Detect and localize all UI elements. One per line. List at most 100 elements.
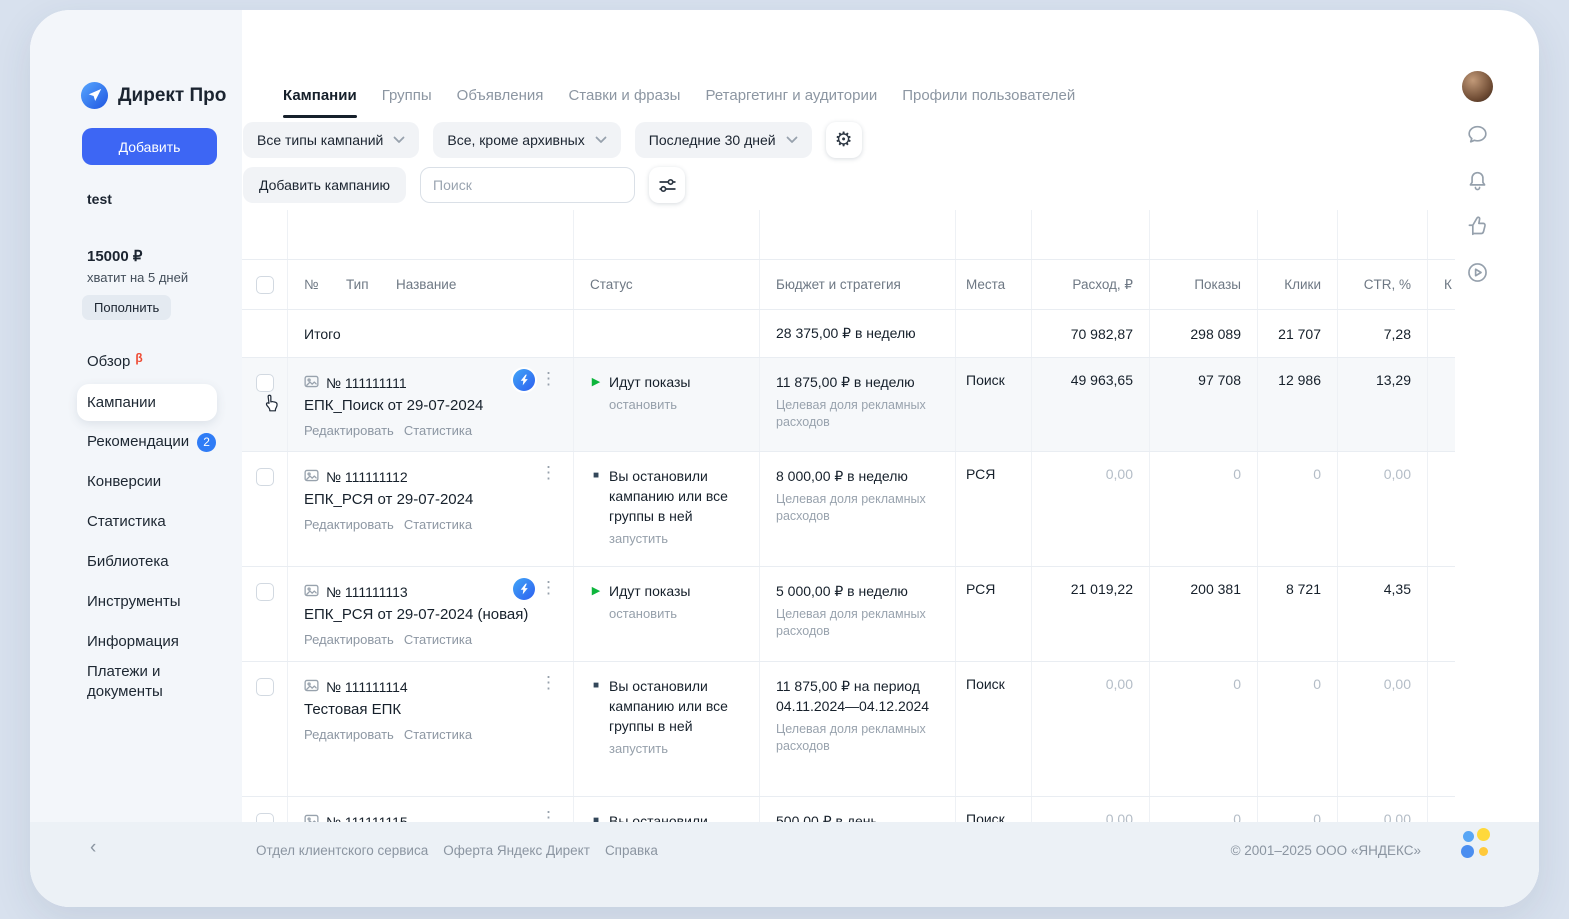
- feedback-emoji-widget[interactable]: [1461, 828, 1493, 864]
- campaign-name[interactable]: ЕПК_РСЯ от 29-07-2024: [304, 490, 539, 510]
- boost-badge-icon[interactable]: [513, 369, 535, 391]
- columns-settings-button[interactable]: [649, 167, 685, 203]
- shows-value: 0: [1149, 662, 1257, 796]
- tab-bids-phrases[interactable]: Ставки и фразы: [568, 87, 680, 118]
- budget-value: 8 000,00 ₽ в неделю: [776, 466, 952, 486]
- table-row[interactable]: № 111111114 Тестовая ЕПК Редактировать С…: [242, 662, 1455, 797]
- sidebar-item-information[interactable]: Информация: [30, 622, 242, 662]
- tab-campaigns[interactable]: Кампании: [283, 87, 357, 118]
- settings-button[interactable]: ⚙: [826, 122, 862, 158]
- statistics-link[interactable]: Статистика: [404, 423, 472, 438]
- ctr-value: 0,00: [1337, 662, 1427, 796]
- boost-badge-icon[interactable]: [513, 578, 535, 600]
- row-menu-button[interactable]: ⋮: [540, 579, 557, 596]
- statistics-link[interactable]: Статистика: [404, 632, 472, 647]
- chevron-down-icon: [595, 136, 607, 144]
- campaign-name[interactable]: ЕПК_Поиск от 29-07-2024: [304, 396, 539, 416]
- row-menu-button[interactable]: ⋮: [540, 674, 557, 691]
- row-menu-button[interactable]: ⋮: [540, 370, 557, 387]
- balance-note: хватит на 5 дней: [87, 270, 188, 285]
- edit-link[interactable]: Редактировать: [304, 727, 394, 742]
- period-filter[interactable]: Последние 30 дней: [635, 122, 812, 158]
- tab-groups[interactable]: Группы: [382, 87, 432, 118]
- play-circle-icon[interactable]: [1465, 260, 1490, 285]
- tab-retargeting-audiences[interactable]: Ретаргетинг и аудитории: [705, 87, 877, 118]
- sidebar-item-overview[interactable]: Обзор β: [30, 342, 242, 382]
- chat-icon[interactable]: [1465, 122, 1490, 147]
- thumbs-up-icon[interactable]: [1465, 214, 1490, 239]
- budget-value: 11 875,00 ₽ на период 04.11.2024—​04.12.…: [776, 676, 952, 716]
- row-checkbox[interactable]: [256, 374, 274, 392]
- logo[interactable]: Директ Про: [80, 81, 226, 110]
- sidebar-item-tools[interactable]: Инструменты: [30, 582, 242, 622]
- col-header-conversions: К: [1427, 260, 1455, 309]
- app-window: Директ Про Добавить test 15000 ₽ хватит …: [30, 10, 1539, 907]
- sidebar-item-library[interactable]: Библиотека: [30, 542, 242, 582]
- col-header-spend: Расход, ₽: [1031, 260, 1149, 309]
- sidebar-item-campaigns[interactable]: Кампании: [77, 384, 217, 421]
- footer-link-support[interactable]: Отдел клиентского сервиса: [256, 843, 428, 858]
- status-action-link[interactable]: запустить: [609, 531, 759, 546]
- sidebar-item-payments[interactable]: Платежи и документы: [30, 662, 242, 702]
- statistics-link[interactable]: Статистика: [404, 517, 472, 532]
- status-action-link[interactable]: остановить: [609, 606, 759, 621]
- actions-row: Добавить кампанию: [243, 167, 685, 203]
- sidebar-item-label: Библиотека: [87, 552, 169, 572]
- totals-spend: 70 982,87: [1031, 310, 1149, 357]
- row-checkbox[interactable]: [256, 678, 274, 696]
- places-value: Поиск: [955, 358, 1031, 451]
- row-menu-button[interactable]: ⋮: [540, 809, 557, 822]
- campaign-name[interactable]: ЕПК_РСЯ от 29-07-2024 (новая): [304, 605, 539, 625]
- emoji-dot: [1463, 831, 1474, 842]
- topup-button[interactable]: Пополнить: [82, 295, 171, 320]
- places-value: Поиск: [955, 797, 1031, 822]
- col-header-shows: Показы: [1149, 260, 1257, 309]
- tab-ads[interactable]: Объявления: [457, 87, 544, 118]
- status-action-link[interactable]: остановить: [609, 397, 759, 412]
- col-header-budget: Бюджет и стратегия: [759, 260, 955, 309]
- table-row[interactable]: № 111111112 ЕПК_РСЯ от 29-07-2024 Редакт…: [242, 452, 1455, 567]
- status-action-link[interactable]: запустить: [609, 741, 759, 756]
- status-text: Вы остановили кампанию или все группы в …: [609, 676, 751, 736]
- sidebar-item-statistics[interactable]: Статистика: [30, 502, 242, 542]
- campaign-number: № 111111114: [326, 679, 408, 695]
- footer: ‹ Отдел клиентского сервиса Оферта Яндек…: [30, 822, 1539, 907]
- campaign-type-filter[interactable]: Все типы кампаний: [243, 122, 419, 158]
- beta-badge: β: [135, 348, 142, 368]
- edit-link[interactable]: Редактировать: [304, 517, 394, 532]
- shows-value: 0: [1149, 452, 1257, 566]
- search-input[interactable]: [420, 167, 635, 203]
- row-checkbox[interactable]: [256, 468, 274, 486]
- row-checkbox[interactable]: [256, 583, 274, 601]
- table-row[interactable]: № 111111111 ЕПК_Поиск от 29-07-2024 Реда…: [242, 358, 1455, 452]
- edit-link[interactable]: Редактировать: [304, 632, 394, 647]
- chevron-down-icon: [786, 136, 798, 144]
- sidebar-item-recommendations[interactable]: Рекомендации 2: [30, 422, 242, 462]
- sidebar-collapse-button[interactable]: ‹: [90, 837, 96, 859]
- row-checkbox[interactable]: [256, 813, 274, 822]
- footer-link-offer[interactable]: Оферта Яндекс Директ: [443, 843, 590, 858]
- mouse-cursor: [260, 392, 281, 415]
- avatar[interactable]: [1462, 71, 1493, 102]
- table-row[interactable]: № 111111113 ЕПК_РСЯ от 29-07-2024 (новая…: [242, 567, 1455, 662]
- ctr-value: 0,00: [1337, 797, 1427, 822]
- tab-user-profiles[interactable]: Профили пользователей: [902, 87, 1075, 118]
- campaign-number: № 111111112: [326, 469, 408, 485]
- bell-icon[interactable]: [1465, 168, 1490, 193]
- edit-link[interactable]: Редактировать: [304, 423, 394, 438]
- statistics-link[interactable]: Статистика: [404, 727, 472, 742]
- campaign-name[interactable]: Тестовая ЕПК: [304, 700, 539, 720]
- archive-filter[interactable]: Все, кроме архивных: [433, 122, 620, 158]
- account-name[interactable]: test: [87, 191, 112, 207]
- row-menu-button[interactable]: ⋮: [540, 464, 557, 481]
- table-row[interactable]: № 111111115 ⋮ ■Вы остановили 500,00 ₽ в …: [242, 797, 1455, 822]
- sidebar-item-conversions[interactable]: Конверсии: [30, 462, 242, 502]
- select-all-checkbox[interactable]: [256, 276, 274, 294]
- add-campaign-button[interactable]: Добавить кампанию: [243, 167, 406, 203]
- sidebar-item-label: Информация: [87, 632, 179, 652]
- budget-value: 500,00 ₽ в день: [776, 811, 952, 822]
- footer-link-help[interactable]: Справка: [605, 843, 658, 858]
- add-button[interactable]: Добавить: [82, 128, 217, 165]
- sidebar-item-label: Рекомендации: [87, 432, 189, 452]
- sidebar-item-label: Инструменты: [87, 592, 181, 612]
